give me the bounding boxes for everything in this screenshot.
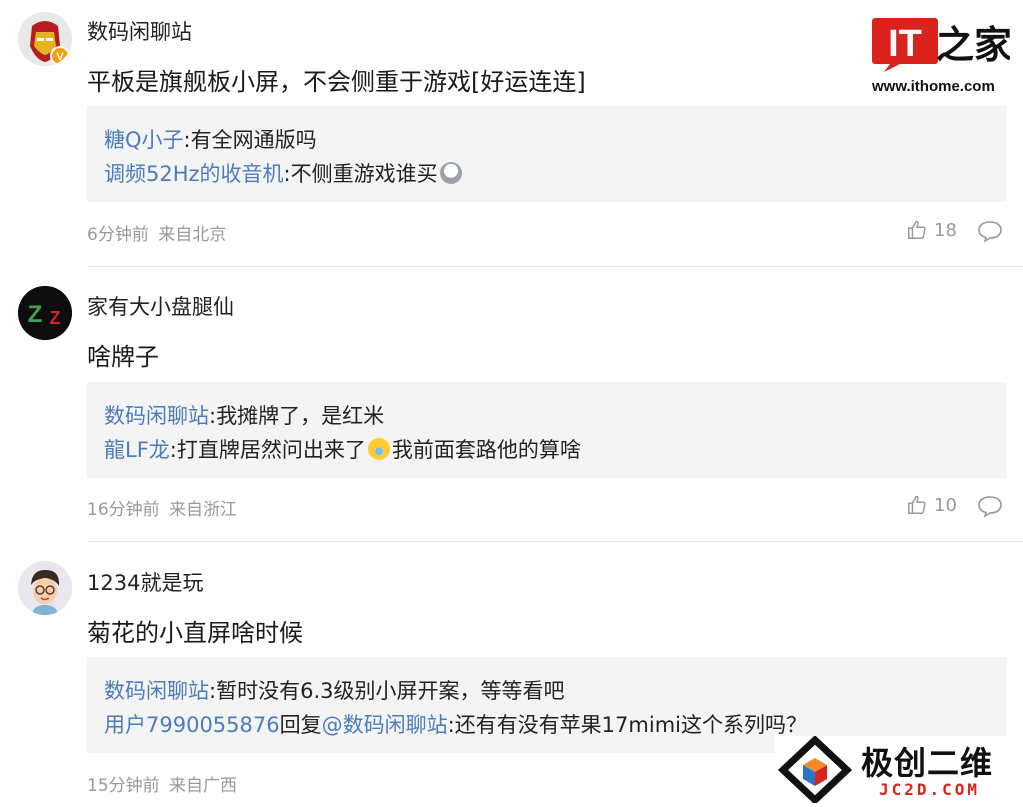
watermark-name: 极创二维 (861, 744, 994, 782)
reply-item: 数码闲聊站:暂时没有6.3级别小屏开案，等等看吧 (104, 679, 565, 703)
reply-text-continued: 我前面套路他的算啥 (391, 438, 581, 462)
avatar[interactable] (18, 561, 72, 615)
reply-author[interactable]: 龍LF龙 (104, 438, 170, 462)
ithome-url: www.ithome.com (872, 78, 995, 95)
reply-text: 打直牌居然问出来了 (176, 438, 366, 462)
comment-content: 平板是旗舰板小屏，不会侧重于游戏[好运连连] (87, 68, 586, 96)
reply-item: 调频52Hz的收音机:不侧重游戏谁买 (104, 158, 462, 188)
reply-box: 数码闲聊站:我摊牌了，是红米 龍LF龙:打直牌居然问出来了 我前面套路他的算啥 (87, 382, 1007, 478)
ithome-logo-mark: IT 之家 (872, 18, 1012, 72)
laughing-emoji-icon (367, 438, 390, 460)
reply-text: 暂时没有6.3级别小屏开案，等等看吧 (216, 679, 565, 703)
watermark-domain: JC2D.COM (879, 780, 981, 799)
reply-text: 不侧重游戏谁买 (290, 162, 438, 186)
reply-author[interactable]: 用户7990055876 (104, 713, 280, 737)
speech-bubble-icon[interactable] (977, 495, 1003, 517)
reply-author[interactable]: 数码闲聊站 (104, 679, 209, 703)
reply-author[interactable]: 调频52Hz的收音机 (104, 162, 284, 186)
reply-item: 用户7990055876回复@数码闲聊站:还有有没有苹果17mimi这个系列吗？ (104, 713, 807, 737)
comment-time: 16分钟前 (87, 500, 160, 520)
cartoon-boy-avatar-icon (18, 561, 72, 615)
svg-text:Z: Z (28, 301, 43, 328)
ithome-logo: IT 之家 www.ithome.com (870, 14, 1012, 98)
reply-author[interactable]: 糖Q小子 (104, 128, 184, 152)
speech-bubble-icon[interactable] (977, 220, 1003, 242)
comment-time: 15分钟前 (87, 776, 160, 796)
reply-author[interactable]: 数码闲聊站 (104, 404, 209, 428)
comment-location: 来自北京 (158, 225, 227, 245)
zz-avatar-icon: Z Z (18, 286, 72, 340)
reply-text: 还有有没有苹果17mimi这个系列吗？ (454, 713, 807, 737)
reply-verb: 回复 (279, 713, 322, 737)
svg-text:之家: 之家 (936, 23, 1010, 67)
comment-content: 菊花的小直屏啥时候 (87, 619, 303, 647)
avatar[interactable]: Z Z (18, 286, 72, 340)
username[interactable]: 数码闲聊站 (87, 16, 192, 46)
like-button[interactable]: 18 (906, 219, 957, 241)
divider (87, 266, 1023, 267)
reply-text: 有全网通版吗 (190, 128, 317, 152)
reply-box: 糖Q小子:有全网通版吗 调频52Hz的收音机:不侧重游戏谁买 (87, 106, 1007, 202)
reply-mention[interactable]: @数码闲聊站 (322, 713, 448, 737)
shocked-emoji-icon (439, 162, 462, 184)
reply-item: 数码闲聊站:我摊牌了，是红米 (104, 404, 385, 428)
svg-text:IT: IT (888, 23, 922, 65)
svg-text:Z: Z (50, 308, 61, 328)
username[interactable]: 1234就是玩 (87, 567, 203, 597)
comment-location: 来自广西 (169, 776, 238, 796)
comment-meta: 6分钟前 来自北京 (87, 220, 226, 245)
like-button[interactable]: 10 (906, 494, 957, 516)
reply-item: 糖Q小子:有全网通版吗 (104, 128, 317, 152)
comment-meta: 16分钟前 来自浙江 (87, 495, 237, 520)
divider (87, 541, 1023, 542)
like-count: 18 (934, 219, 957, 241)
ironman-avatar-icon: V (18, 12, 72, 66)
reply-item: 龍LF龙:打直牌居然问出来了 我前面套路他的算啥 (104, 438, 581, 462)
username[interactable]: 家有大小盘腿仙 (87, 291, 234, 321)
svg-text:V: V (56, 51, 64, 63)
comment-meta: 15分钟前 来自广西 (87, 771, 237, 796)
comment-time: 6分钟前 (87, 225, 149, 245)
thumbs-up-icon (908, 220, 926, 239)
comment-location: 来自浙江 (169, 500, 238, 520)
reply-text: 我摊牌了，是红米 (216, 404, 385, 428)
thumbs-up-icon (908, 495, 926, 514)
like-count: 10 (934, 494, 957, 516)
comment-content: 啥牌子 (87, 343, 159, 371)
avatar[interactable]: V (18, 12, 72, 66)
jc2d-watermark: 极创二维 JC2D.COM (775, 735, 1023, 805)
